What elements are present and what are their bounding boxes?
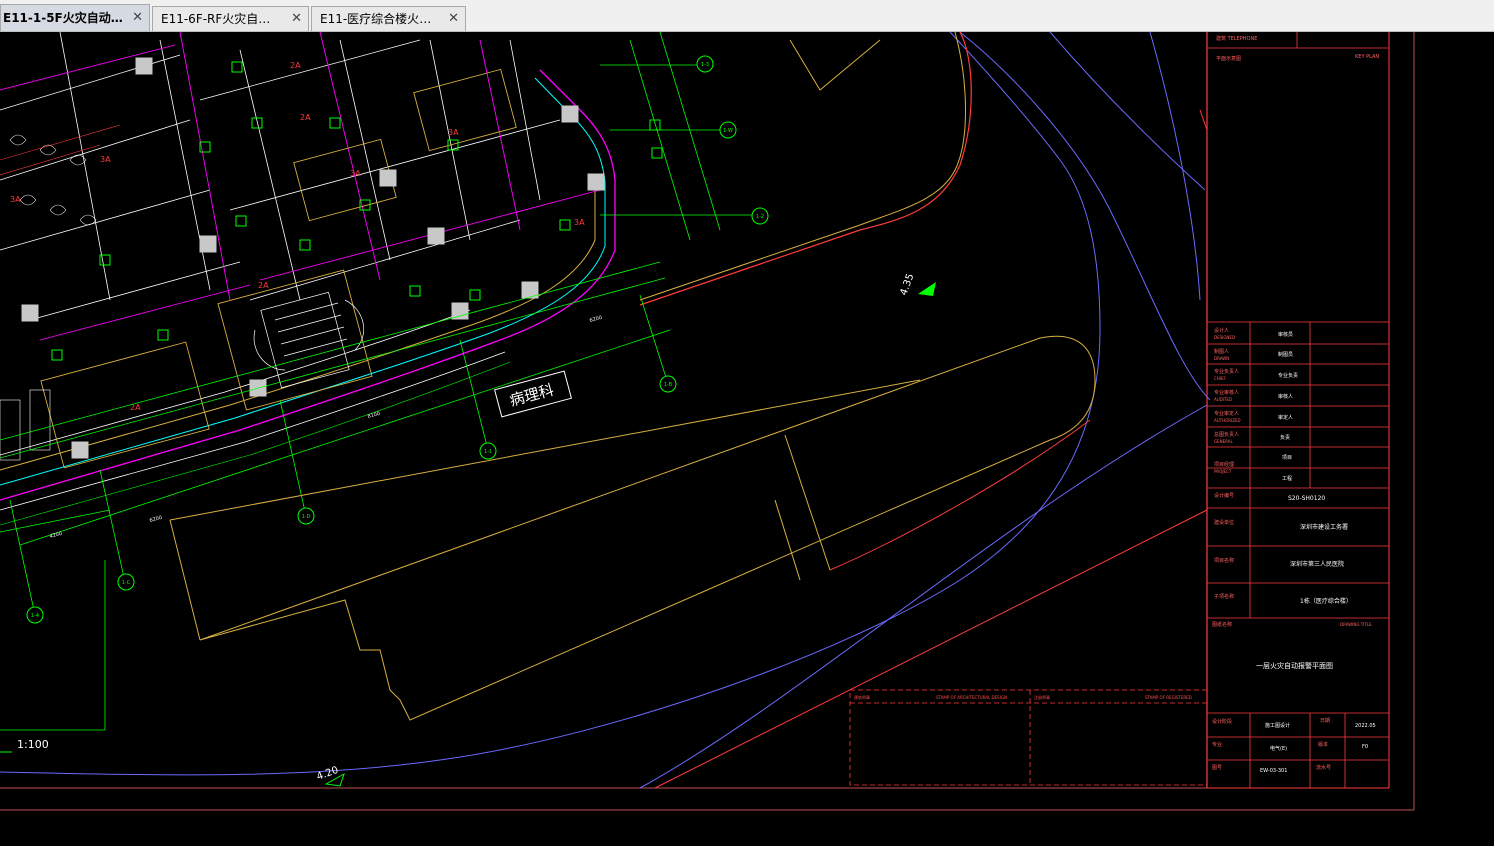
svg-text:2022.05: 2022.05 xyxy=(1355,723,1376,729)
site-roads xyxy=(0,32,1211,789)
svg-text:电气(E): 电气(E) xyxy=(1270,745,1287,752)
tab-drawing-1-5f[interactable]: E11-1-5F火灾自动报… ✕ xyxy=(0,4,150,31)
document-tab-bar: E11-1-5F火灾自动报… ✕ E11-6F-RF火灾自动报… ✕ E11-医… xyxy=(0,0,1494,32)
svg-text:施工图设计: 施工图设计 xyxy=(1265,722,1290,729)
svg-text:专业负责人: 专业负责人 xyxy=(1214,368,1239,375)
svg-text:1栋（医疗综合楼）: 1栋（医疗综合楼） xyxy=(1300,597,1352,605)
svg-text:STAMP OF REGISTERED: STAMP OF REGISTERED xyxy=(1145,695,1192,700)
svg-text:1-3: 1-3 xyxy=(701,62,709,68)
svg-text:8100: 8100 xyxy=(367,411,381,420)
svg-text:建筑 TELEPHONE: 建筑 TELEPHONE xyxy=(1216,35,1257,42)
svg-text:3A: 3A xyxy=(448,128,459,137)
svg-text:DRAWN: DRAWN xyxy=(1214,356,1229,361)
svg-text:1:100: 1:100 xyxy=(17,738,49,751)
svg-text:设计编号: 设计编号 xyxy=(1214,492,1234,499)
tab-label: E11-1-5F火灾自动报… xyxy=(3,11,123,25)
svg-text:深圳市第三人民医院: 深圳市第三人民医院 xyxy=(1290,560,1344,568)
svg-text:1-C: 1-C xyxy=(122,580,131,586)
title-block xyxy=(1207,32,1389,788)
elevation-marker-1: 4.35 xyxy=(898,272,936,297)
svg-text:版本: 版本 xyxy=(1318,741,1328,748)
close-icon[interactable]: ✕ xyxy=(448,7,459,31)
svg-text:建设单位: 建设单位 xyxy=(1214,519,1234,526)
svg-text:流水号: 流水号 xyxy=(1316,764,1331,771)
svg-text:1-W: 1-W xyxy=(723,128,733,134)
svg-text:3A: 3A xyxy=(574,218,585,227)
svg-text:制图人: 制图人 xyxy=(1214,348,1229,355)
svg-text:设计人: 设计人 xyxy=(1214,327,1229,334)
svg-text:6200: 6200 xyxy=(589,315,603,324)
tab-label: E11-6F-RF火灾自动报… xyxy=(161,12,282,26)
svg-text:2A: 2A xyxy=(300,113,311,122)
svg-text:CHIEF: CHIEF xyxy=(1214,376,1227,381)
svg-text:EW-03-301: EW-03-301 xyxy=(1260,768,1287,774)
close-icon[interactable]: ✕ xyxy=(132,5,143,31)
svg-text:建筑师章: 建筑师章 xyxy=(854,694,870,700)
svg-text:3A: 3A xyxy=(100,155,111,164)
svg-text:3A: 3A xyxy=(10,195,21,204)
svg-text:注册师章: 注册师章 xyxy=(1034,694,1050,700)
svg-text:平面示意图: 平面示意图 xyxy=(1216,55,1241,62)
svg-text:专业: 专业 xyxy=(1212,741,1222,748)
svg-text:负责: 负责 xyxy=(1280,434,1290,441)
svg-text:6200: 6200 xyxy=(149,515,163,524)
svg-text:项目经理: 项目经理 xyxy=(1214,461,1234,468)
grid-axis-bubbles xyxy=(26,55,769,624)
svg-text:专业审定人: 专业审定人 xyxy=(1214,410,1239,417)
svg-text:4.35: 4.35 xyxy=(898,272,916,297)
svg-text:深圳市建设工务署: 深圳市建设工务署 xyxy=(1300,523,1348,531)
svg-text:2A: 2A xyxy=(290,61,301,70)
svg-text:DESIGNED: DESIGNED xyxy=(1214,335,1235,340)
tab-drawing-6f-rf[interactable]: E11-6F-RF火灾自动报… ✕ xyxy=(152,6,309,31)
svg-text:一层火灾自动报警平面图: 一层火灾自动报警平面图 xyxy=(1256,661,1333,670)
scale-label: 1:100 xyxy=(0,738,49,753)
svg-text:子项名称: 子项名称 xyxy=(1214,593,1234,600)
svg-text:工程: 工程 xyxy=(1282,475,1292,482)
svg-text:2A: 2A xyxy=(258,281,269,290)
title-block-text: 建筑 TELEPHONE 平面示意图 KEY PLAN 设计人 DESIGNED… xyxy=(1212,35,1379,774)
room-label-pathology[interactable]: 病理科 xyxy=(493,370,573,418)
svg-text:制图员: 制图员 xyxy=(1278,351,1293,358)
svg-text:专业负责: 专业负责 xyxy=(1278,372,1298,379)
svg-text:总图负责人: 总图负责人 xyxy=(1214,431,1239,438)
svg-text:3A: 3A xyxy=(350,169,361,178)
svg-text:图号: 图号 xyxy=(1212,765,1222,771)
svg-text:AUDITED: AUDITED xyxy=(1214,397,1232,402)
svg-text:日期: 日期 xyxy=(1320,718,1330,724)
svg-text:PROJECT: PROJECT xyxy=(1214,469,1232,474)
svg-text:1-1: 1-1 xyxy=(484,449,492,455)
svg-text:项目: 项目 xyxy=(1282,455,1292,461)
elevation-marker-2: 4.20 xyxy=(315,765,345,787)
svg-text:DRAWING TITLE.: DRAWING TITLE. xyxy=(1340,622,1373,627)
svg-text:KEY PLAN: KEY PLAN xyxy=(1355,54,1379,60)
stamp-labels: 建筑师章 STAMP OF ARCHITECTURAL DESIGN 注册师章 … xyxy=(854,694,1192,700)
svg-text:1-D: 1-D xyxy=(302,514,311,520)
svg-text:图纸名称: 图纸名称 xyxy=(1212,621,1232,628)
svg-text:1-4: 1-4 xyxy=(31,613,39,619)
svg-text:GENERAL: GENERAL xyxy=(1214,439,1234,444)
svg-text:设计阶段: 设计阶段 xyxy=(1212,718,1232,725)
tab-label: E11-医疗综合楼火灾… xyxy=(320,12,439,26)
svg-text:专业审核人: 专业审核人 xyxy=(1214,389,1239,396)
building-floor-plan: 2A2A3A 3A3A2A 3A3A2A xyxy=(0,32,663,526)
svg-text:审定人: 审定人 xyxy=(1278,414,1293,421)
dimension-texts: 6200 8100 6200 4200 xyxy=(49,315,603,540)
stamp-area xyxy=(849,689,1208,786)
cad-drawing-canvas[interactable]: 2A2A3A 3A3A2A 3A3A2A 1-3 1-W 1-2 1-B 1-1 xyxy=(0,32,1494,846)
svg-text:4200: 4200 xyxy=(49,531,63,540)
svg-text:审核员: 审核员 xyxy=(1278,331,1293,338)
tab-drawing-medical-building[interactable]: E11-医疗综合楼火灾… ✕ xyxy=(311,6,466,31)
close-icon[interactable]: ✕ xyxy=(291,7,302,31)
svg-text:1-2: 1-2 xyxy=(756,214,764,220)
grid-axes xyxy=(0,32,760,731)
svg-text:4.20: 4.20 xyxy=(315,765,340,783)
svg-text:审核人: 审核人 xyxy=(1278,393,1293,400)
svg-text:S20-SH0120: S20-SH0120 xyxy=(1288,495,1325,502)
svg-text:AUTHORIZED: AUTHORIZED xyxy=(1214,418,1241,423)
svg-text:项目名称: 项目名称 xyxy=(1214,557,1234,564)
svg-text:1-B: 1-B xyxy=(664,382,673,388)
svg-text:STAMP OF ARCHITECTURAL DESIGN: STAMP OF ARCHITECTURAL DESIGN xyxy=(936,695,1007,700)
svg-text:F0: F0 xyxy=(1362,744,1368,750)
